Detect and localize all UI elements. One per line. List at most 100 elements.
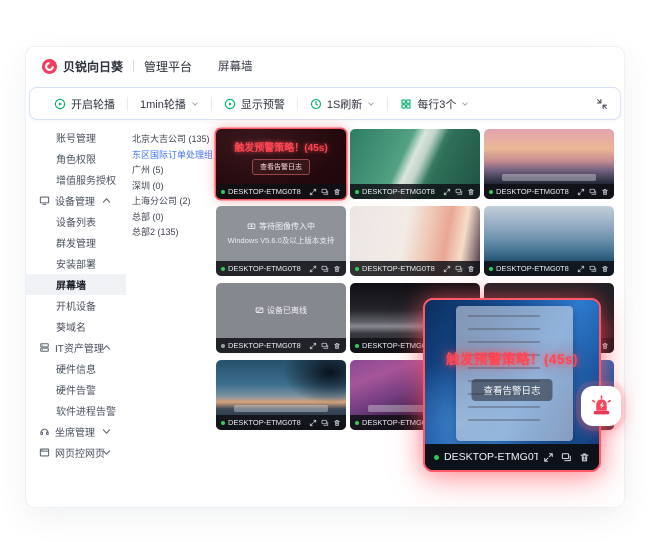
sidebar-item-9[interactable]: 葵域名 xyxy=(26,316,126,337)
delete-icon[interactable] xyxy=(579,452,590,463)
switch-screen-icon[interactable] xyxy=(589,265,597,273)
sidebar-item-2[interactable]: 增值服务授权 xyxy=(26,169,126,190)
expand-icon[interactable] xyxy=(443,265,451,273)
delete-icon[interactable] xyxy=(467,188,475,196)
brand: 贝锐向日葵 管理平台 xyxy=(42,58,192,75)
expand-icon[interactable] xyxy=(443,188,451,196)
group-item-4[interactable]: 上海分公司 (2) xyxy=(132,193,214,209)
delete-icon[interactable] xyxy=(333,419,341,427)
sidebar-item-10[interactable]: IT资产管理 xyxy=(26,337,126,358)
view-alert-log-button[interactable]: 查看告警日志 xyxy=(471,379,552,401)
group-label: 深圳 (0) xyxy=(132,179,164,192)
expand-icon[interactable] xyxy=(577,188,585,196)
toolbar-start-carousel-button[interactable]: 开启轮播 xyxy=(42,88,127,119)
expand-icon[interactable] xyxy=(309,342,317,350)
toolbar-carousel-interval-button[interactable]: 1min轮播 xyxy=(128,88,211,119)
group-item-0[interactable]: 北京大吉公司 (135) xyxy=(132,131,214,147)
online-status-dot xyxy=(355,344,359,348)
sidebar-item-label: 设备管理 xyxy=(55,193,95,208)
device-name: DESKTOP-ETMG0T8 xyxy=(496,187,574,196)
switch-screen-icon[interactable] xyxy=(561,452,572,463)
sidebar-item-6[interactable]: 安装部署 xyxy=(26,253,126,274)
online-status-dot xyxy=(434,455,439,460)
toolbar-refresh-rate-button[interactable]: 1S刷新 xyxy=(298,88,387,119)
page-tab-screen-wall[interactable]: 屏幕墙 xyxy=(218,58,253,74)
screen-tile-5[interactable]: DESKTOP-ETMG0T8 xyxy=(484,206,614,276)
alert-text: 触发预警策略！(45s) xyxy=(425,348,599,368)
sidebar-item-label: 硬件信息 xyxy=(56,361,96,376)
toolbar-show-alerts-button[interactable]: 显示预警 xyxy=(212,88,297,119)
sidebar-item-3[interactable]: 设备管理 xyxy=(26,190,126,211)
delete-icon[interactable] xyxy=(333,342,341,350)
collapse-view-button[interactable] xyxy=(596,98,608,110)
screen-tile-9[interactable]: DESKTOP-ETMG0T8 xyxy=(216,360,346,430)
screen-tile-1[interactable]: DESKTOP-ETMG0T8 xyxy=(350,129,480,199)
sidebar-item-5[interactable]: 群发管理 xyxy=(26,232,126,253)
group-item-3[interactable]: 深圳 (0) xyxy=(132,178,214,194)
group-item-5[interactable]: 总部 (0) xyxy=(132,209,214,225)
switch-screen-icon[interactable] xyxy=(321,265,329,273)
online-status-dot xyxy=(355,190,359,194)
sidebar-item-1[interactable]: 角色权限 xyxy=(26,148,126,169)
play-circle-icon xyxy=(224,98,236,110)
screen-tile-3[interactable]: 等待图像传入中Windows V5.6.0及以上版本支持DESKTOP-ETMG… xyxy=(216,206,346,276)
tile-footer: DESKTOP-ETMG0T8 xyxy=(216,184,346,199)
screen-tile-2[interactable]: DESKTOP-ETMG0T8 xyxy=(484,129,614,199)
group-item-6[interactable]: 总部2 (135) xyxy=(132,224,214,240)
alert-preview-card[interactable]: 触发预警策略！(45s) 查看告警日志 DESKTOP-ETMG0T8 xyxy=(423,298,601,472)
chevron-down-icon xyxy=(101,426,112,437)
switch-screen-icon[interactable] xyxy=(321,188,329,196)
device-name: DESKTOP-ETMG0T8 xyxy=(228,187,306,196)
sidebar-item-0[interactable]: 账号管理 xyxy=(26,127,126,148)
expand-icon[interactable] xyxy=(577,265,585,273)
delete-icon[interactable] xyxy=(601,265,609,273)
sidebar-item-label: 增值服务授权 xyxy=(56,172,116,187)
toolbar-per-row-label: 每行3个 xyxy=(417,96,456,112)
expand-icon[interactable] xyxy=(543,452,554,463)
expand-icon[interactable] xyxy=(309,188,317,196)
switch-screen-icon[interactable] xyxy=(321,419,329,427)
delete-icon[interactable] xyxy=(601,188,609,196)
sidebar-item-13[interactable]: 软件进程告警 xyxy=(26,400,126,421)
sidebar-item-4[interactable]: 设备列表 xyxy=(26,211,126,232)
device-actions xyxy=(309,419,341,427)
delete-icon[interactable] xyxy=(601,342,609,350)
view-alert-log-button[interactable]: 查看告警日志 xyxy=(252,159,310,175)
screen-tile-0[interactable]: 触发预警策略！(45s)查看告警日志DESKTOP-ETMG0T8 xyxy=(216,129,346,199)
group-item-2[interactable]: 广州 (5) xyxy=(132,162,214,178)
brand-divider xyxy=(133,60,134,72)
delete-icon[interactable] xyxy=(467,265,475,273)
offline-status-dot xyxy=(221,344,225,348)
switch-screen-icon[interactable] xyxy=(589,188,597,196)
sidebar-item-8[interactable]: 开机设备 xyxy=(26,295,126,316)
device-actions xyxy=(577,188,609,196)
sidebar-item-14[interactable]: 坐席管理 xyxy=(26,421,126,442)
device-actions xyxy=(443,265,475,273)
tile-status-message: 等待图像传入中Windows V5.6.0及以上版本支持 xyxy=(216,206,346,261)
toolbar-per-row-button[interactable]: 每行3个 xyxy=(388,88,481,119)
delete-icon[interactable] xyxy=(333,265,341,273)
toolbar: 开启轮播1min轮播显示预警 1S刷新 每行3个 xyxy=(29,87,621,120)
switch-screen-icon[interactable] xyxy=(455,265,463,273)
screen-tile-6[interactable]: 设备已离线DESKTOP-ETMG0T8 xyxy=(216,283,346,353)
chevron-down-icon xyxy=(191,100,199,108)
online-status-dot xyxy=(355,267,359,271)
sidebar-item-12[interactable]: 硬件告警 xyxy=(26,379,126,400)
tile-footer: DESKTOP-ETMG0T8 xyxy=(216,338,346,353)
sidebar-item-label: 网页控网页 xyxy=(55,445,105,460)
expand-icon[interactable] xyxy=(309,265,317,273)
sidebar-item-7[interactable]: 屏幕墙 xyxy=(26,274,126,295)
sidebar-item-15[interactable]: 网页控网页 xyxy=(26,442,126,463)
screen-tile-4[interactable]: DESKTOP-ETMG0T8 xyxy=(350,206,480,276)
sidebar-item-11[interactable]: 硬件信息 xyxy=(26,358,126,379)
switch-screen-icon[interactable] xyxy=(321,342,329,350)
sidebar-item-label: 硬件告警 xyxy=(56,382,96,397)
switch-screen-icon[interactable] xyxy=(455,188,463,196)
device-actions xyxy=(577,265,609,273)
toolbar-refresh-rate-label: 1S刷新 xyxy=(327,96,362,112)
delete-icon[interactable] xyxy=(333,188,341,196)
expand-icon[interactable] xyxy=(309,419,317,427)
group-item-1[interactable]: 东区国际订单处理组 (12) xyxy=(132,147,214,163)
alert-preview-screen: 触发预警策略！(45s) 查看告警日志 xyxy=(425,300,599,444)
alert-siren-button[interactable] xyxy=(581,386,621,426)
